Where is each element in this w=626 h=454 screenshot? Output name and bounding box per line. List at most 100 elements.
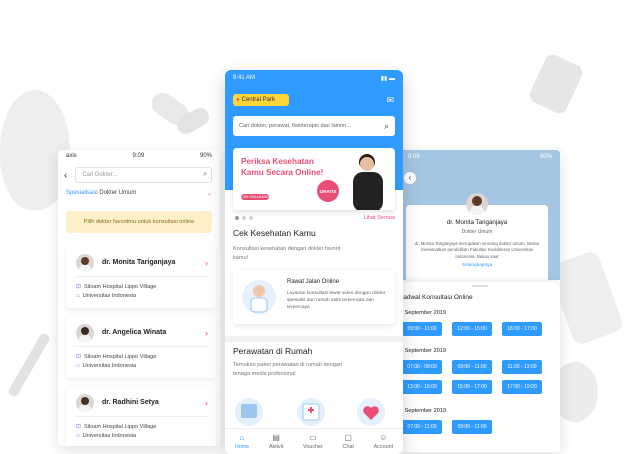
divider — [225, 336, 403, 342]
doctor-name: dr. Radhini Setya — [102, 399, 159, 406]
chevron-down-icon: ⌄ — [206, 191, 212, 197]
status-bar: 9:41 AM ▮▮ ▬ — [225, 72, 403, 84]
doctor-avatar-icon — [242, 280, 276, 314]
hospital-icon: ⊡ — [76, 424, 82, 430]
date-label: 1 September 2019 — [400, 310, 447, 316]
date-label: 3 September 2019 — [400, 408, 447, 414]
time-slot[interactable]: 09:00 - 11:00 — [452, 420, 492, 434]
tab-label: Home — [234, 444, 250, 450]
signal-battery-icon: ▮▮ ▬ — [380, 75, 395, 82]
hospital-line: ⊡ Siloam Hospital Lippo Village — [76, 423, 156, 431]
university-name: Universitas Indonesia — [82, 293, 137, 299]
promo-banner[interactable]: Periksa Kesehatan Kamu Secara Online! CE… — [233, 148, 395, 210]
doctor-illustration — [353, 154, 383, 210]
tab-label: Aktivit — [268, 444, 284, 450]
university-line: ⌂ Universitas Indonesia — [76, 293, 136, 299]
account-icon: ☺ — [379, 433, 388, 442]
graduation-icon: ⌂ — [76, 363, 80, 369]
university-line: ⌂ Universitas Indonesia — [76, 363, 136, 369]
time-slot[interactable]: 09:00 - 11:00 — [452, 360, 492, 374]
sheet-handle[interactable] — [472, 285, 488, 287]
tab-label: Voucher — [303, 444, 323, 450]
carousel-dots — [235, 216, 253, 220]
mail-icon[interactable]: ✉ — [386, 95, 394, 106]
chevron-right-icon: › — [205, 328, 208, 338]
specialization-filter[interactable]: Spesialisasi Dokter Umum ⌄ — [66, 190, 220, 197]
doctor-card[interactable]: dr. Radhini Setya › ⊡ Siloam Hospital Lip… — [66, 386, 216, 446]
status-time: 9:09 — [132, 153, 145, 159]
info-banner: Pilih dokter favoritmu untuk konsultasi … — [66, 211, 212, 233]
schedule-title: Jadwal Konsultasi Online — [400, 294, 473, 301]
doctor-role: Dokter Umum — [461, 229, 493, 235]
avatar — [76, 254, 94, 272]
time-slot[interactable]: 15:00 - 17:00 — [452, 380, 492, 394]
time-slot[interactable]: 17:00 - 19:00 — [502, 380, 542, 394]
syringe-decoration — [7, 332, 51, 398]
rawat-jalan-card[interactable]: Rawat Jalan Online Layanan konsultasi le… — [233, 270, 395, 324]
chat-icon: ▢ — [344, 433, 352, 442]
tab-activity[interactable]: ▤ Aktivit — [269, 433, 283, 450]
service-title: Rawat Jalan Online — [287, 279, 340, 285]
back-icon[interactable]: ‹ — [64, 170, 67, 181]
tab-voucher[interactable]: ▭ Voucher — [303, 433, 323, 450]
see-all-link[interactable]: Lihat Semua — [364, 215, 395, 221]
activity-icon: ▤ — [272, 433, 280, 442]
section-title: Perawatan di Rumah — [233, 346, 313, 356]
hospital-line: ⊡ Siloam Hospital Lippo Village — [76, 353, 157, 361]
doctor-card[interactable]: dr. Angelica Winata › ⊡ Siloam Hospital L… — [66, 316, 216, 378]
tab-chat[interactable]: ▢ Chat — [343, 433, 354, 450]
status-battery: 90% — [199, 153, 212, 159]
doctor-bio: dr. Monita Tariganjaya merupakan seorang… — [414, 241, 540, 259]
section-title: Cek Kesehatan Kamu — [233, 228, 316, 238]
doctor-name: dr. Angelica Winata — [102, 329, 167, 336]
promo-badge: GRATIS — [317, 180, 339, 202]
university-line: ⌂ Universitas Indonesia — [76, 433, 136, 439]
status-battery: 90% — [539, 154, 552, 160]
university-name: Universitas Indonesia — [82, 363, 137, 369]
spec-key: Spesialisasi — [66, 190, 98, 196]
date-label: 2 September 2019 — [400, 348, 447, 354]
avatar — [466, 193, 488, 215]
avatar — [76, 394, 94, 412]
doctor-detail-screen: 9:09 90% ‹ dr. Monita Tariganjaya Dokter… — [400, 150, 560, 452]
chevron-right-icon: › — [205, 258, 208, 268]
home-icon: ⌂ — [239, 433, 245, 442]
profile-header: 9:09 90% ‹ dr. Monita Tariganjaya Dokter… — [400, 150, 560, 285]
section-subtitle: Temukan paket perawatan di rumah dengan … — [233, 362, 343, 377]
hospital-name: Siloam Hospital Lippo Village — [84, 353, 157, 360]
back-button[interactable]: ‹ — [404, 172, 416, 184]
hospital-line: ⊡ Siloam Hospital Lippo Village — [76, 283, 156, 291]
status-carrier: axis — [66, 153, 77, 159]
section-subtitle: Konsultasi kesehatan dengan dokter favor… — [233, 246, 341, 261]
read-more-link[interactable]: Selengkapnya — [406, 263, 548, 268]
hospital-icon: ⊡ — [76, 354, 82, 360]
promo-cta-button[interactable]: CEK SEKARANG — [241, 194, 269, 200]
avatar — [76, 324, 94, 342]
doctor-name: dr. Monita Tariganjaya — [446, 219, 508, 226]
search-input[interactable]: Cari Dokter... ⌕ — [75, 167, 212, 183]
status-time: 9:41 AM — [233, 75, 256, 81]
location-selector[interactable]: ● Central Park — [233, 94, 289, 106]
bottle-decoration — [526, 51, 586, 117]
search-icon: ⌕ — [383, 120, 389, 131]
time-slot[interactable]: 09:00 - 11:00 — [402, 322, 442, 336]
time-slot[interactable]: 16:00 - 17:00 — [502, 322, 542, 336]
tab-account[interactable]: ☺ Account — [374, 433, 393, 450]
time-slot[interactable]: 11:00 - 13:00 — [502, 360, 542, 374]
hospital-icon: ⊡ — [76, 284, 82, 290]
search-placeholder: Cari dokter, perawat, fisioterapis dan l… — [239, 123, 351, 129]
doctor-list-screen: axis 9:09 90% ‹ Cari Dokter... ⌕ Spesial… — [58, 150, 220, 446]
time-slot[interactable]: 12:00 - 15:00 — [452, 322, 492, 336]
doctor-card[interactable]: dr. Monita Tariganjaya › ⊡ Siloam Hospita… — [66, 246, 216, 308]
tab-label: Chat — [342, 444, 354, 450]
promo-title: Periksa Kesehatan Kamu Secara Online! — [241, 157, 324, 177]
time-slot[interactable]: 07:00 - 09:00 — [402, 360, 442, 374]
search-input[interactable]: Cari dokter, perawat, fisioterapis dan l… — [233, 116, 395, 136]
chevron-right-icon: › — [205, 398, 208, 408]
voucher-icon: ▭ — [309, 433, 317, 442]
bottom-nav: ⌂ Home ▤ Aktivit ▭ Voucher ▢ Chat ☺ Account — [225, 428, 403, 454]
time-slot[interactable]: 13:00 - 15:00 — [402, 380, 442, 394]
time-slot[interactable]: 07:00 - 11:00 — [402, 420, 442, 434]
tab-home[interactable]: ⌂ Home — [235, 433, 249, 450]
university-name: Universitas Indonesia — [82, 433, 137, 439]
